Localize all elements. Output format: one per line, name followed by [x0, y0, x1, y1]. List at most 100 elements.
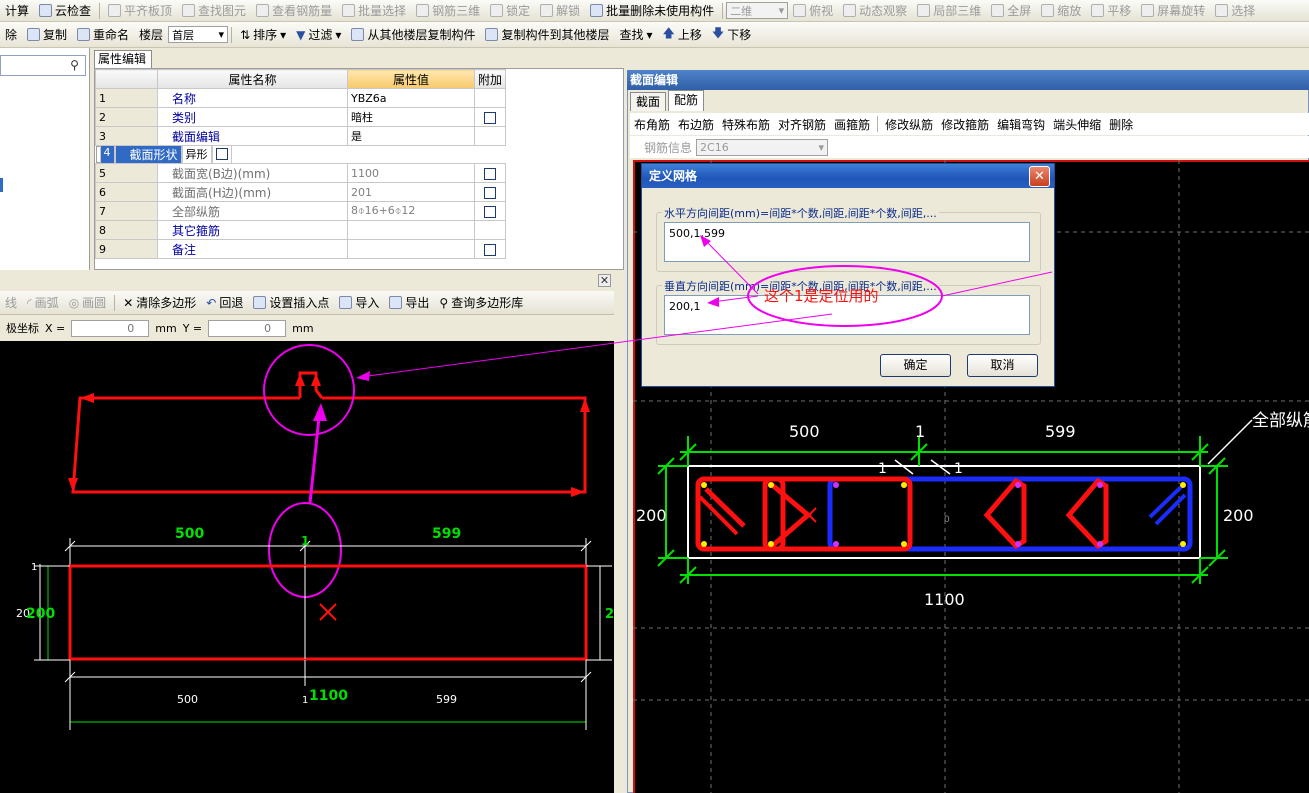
draw-arc-button[interactable]: ◜ 画弧: [22, 293, 64, 313]
property-value[interactable]: 是: [347, 126, 475, 146]
modify-long-rebar-button[interactable]: 修改纵筋: [881, 116, 937, 133]
draw-stirrup-button[interactable]: 画箍筋: [830, 116, 874, 133]
export-button[interactable]: 导出: [384, 293, 434, 313]
close-icon[interactable]: ✕: [1029, 166, 1050, 187]
calc-button[interactable]: 计算: [0, 1, 34, 21]
select-icon: [1215, 4, 1229, 17]
property-name: 其它箍筋: [157, 220, 348, 240]
property-row[interactable]: 4 截面形状 异形: [95, 145, 232, 164]
screen-rotate-button[interactable]: 屏幕旋转: [1136, 1, 1210, 21]
unlock-button[interactable]: 解锁: [535, 1, 585, 21]
extra-checkbox[interactable]: [484, 243, 496, 256]
component-toolbar: 除 复制 重命名 楼层 首层 ▾ ⇅ 排序 ▾ ▼ 过滤 ▾ 从其他楼层复制构件 复制构件…: [0, 22, 1309, 48]
property-row[interactable]: 6 截面高(H边)(mm) 201: [95, 182, 507, 202]
property-row[interactable]: 9 备注: [95, 239, 507, 259]
extra-checkbox[interactable]: [484, 205, 496, 218]
batch-delete-unused-button[interactable]: 批量删除未使用构件: [585, 1, 719, 21]
view-rebar-qty-button[interactable]: 查看钢筋量: [251, 1, 337, 21]
x-input[interactable]: 0: [71, 319, 150, 337]
import-button[interactable]: 导入: [334, 293, 384, 313]
vertical-spacing-input[interactable]: 200,1: [664, 295, 1030, 335]
filter-button[interactable]: ▼ 过滤 ▾: [291, 25, 346, 45]
tab-section[interactable]: 截面: [630, 92, 667, 111]
copy-button[interactable]: 复制: [22, 25, 72, 45]
align-slab-top-button[interactable]: 平齐板顶: [103, 1, 177, 21]
polygon-drawing: 500 1 599 1 20 200 2 500 1 1100 599: [16, 344, 614, 730]
polygon-outline: [71, 396, 587, 494]
local-3d-button[interactable]: 局部三维: [912, 1, 986, 21]
property-row[interactable]: 2 类别 暗柱: [95, 107, 507, 127]
delete-rebar-button[interactable]: 删除: [1105, 116, 1137, 133]
draw-circle-button[interactable]: ◎ 画圆: [64, 293, 112, 313]
special-rebar-button[interactable]: 特殊布筋: [718, 116, 774, 133]
delete-button[interactable]: 除: [0, 25, 22, 45]
align-rebar-button[interactable]: 对齐钢筋: [774, 116, 830, 133]
cancel-button[interactable]: 取消: [967, 354, 1038, 377]
rebar-3d-button[interactable]: 钢筋三维: [411, 1, 485, 21]
extra-checkbox[interactable]: [484, 111, 496, 124]
dim-label-bottom-1: 1: [302, 695, 308, 706]
find-button[interactable]: 查找 ▾: [614, 25, 657, 45]
polygon-canvas[interactable]: 500 1 599 1 20 200 2 500 1 1100 599: [0, 341, 614, 793]
property-row[interactable]: 8 其它箍筋: [95, 220, 507, 240]
y-input[interactable]: 0: [208, 319, 287, 337]
property-value[interactable]: 暗柱: [347, 107, 475, 127]
set-insert-point-button[interactable]: 设置插入点: [248, 293, 334, 313]
orbit-button[interactable]: 动态观察: [838, 1, 912, 21]
property-row[interactable]: 7 全部纵筋 8⌽16+6⌽12: [95, 201, 507, 221]
rename-button[interactable]: 重命名: [72, 25, 134, 45]
fullscreen-button[interactable]: 全屏: [986, 1, 1036, 21]
property-value[interactable]: 8⌽16+6⌽12: [347, 201, 475, 221]
close-icon[interactable]: ✕: [598, 274, 611, 287]
extra-checkbox[interactable]: [484, 167, 496, 180]
lock-button[interactable]: 锁定: [485, 1, 535, 21]
copy-from-floor-button[interactable]: 从其他楼层复制构件: [346, 25, 480, 45]
query-polygon-library-button[interactable]: ⚲ 查询多边形库: [434, 293, 528, 313]
batch-select-button[interactable]: 批量选择: [337, 1, 411, 21]
unlock-icon: [540, 4, 554, 17]
tab-reinforcement[interactable]: 配筋: [668, 90, 705, 111]
property-value[interactable]: [347, 220, 475, 240]
edge-rebar-button[interactable]: 布边筋: [674, 116, 718, 133]
ok-button[interactable]: 确定: [880, 354, 951, 377]
clear-polygon-button[interactable]: ✕ 清除多边形: [118, 293, 201, 313]
coord-mode-label[interactable]: 极坐标: [0, 320, 39, 336]
floor-select[interactable]: 首层 ▾: [168, 26, 229, 43]
cloud-check-button[interactable]: 云检查: [34, 1, 96, 21]
rebar-info-select[interactable]: 2C16 ▾: [696, 138, 829, 156]
property-value[interactable]: 1100: [347, 163, 475, 183]
tree-search-input[interactable]: ⚲: [0, 55, 86, 76]
end-stretch-button[interactable]: 端头伸缩: [1049, 116, 1105, 133]
tab-property-edit[interactable]: 属性编辑: [94, 50, 152, 68]
property-value[interactable]: YBZ6a: [347, 88, 475, 108]
corner-rebar-button[interactable]: 布角筋: [630, 116, 674, 133]
edit-hook-button[interactable]: 编辑弯钩: [993, 116, 1049, 133]
extra-checkbox[interactable]: [484, 186, 496, 199]
view-mode-select[interactable]: 二维 ▾: [726, 2, 789, 19]
horizontal-spacing-input[interactable]: 500,1,599: [664, 222, 1030, 262]
select-button[interactable]: 选择: [1210, 1, 1260, 21]
toolbar-separator: [722, 2, 724, 19]
zoom-button[interactable]: 缩放: [1036, 1, 1086, 21]
chevron-down-icon: ▾: [218, 28, 225, 41]
find-element-button[interactable]: 查找图元: [177, 1, 251, 21]
property-row[interactable]: 3 截面编辑是: [95, 126, 507, 146]
top-view-button[interactable]: 俯视: [788, 1, 838, 21]
copy-to-floor-button[interactable]: 复制构件到其他楼层: [480, 25, 614, 45]
component-tree[interactable]: [0, 48, 90, 270]
property-value[interactable]: [347, 239, 475, 259]
property-row[interactable]: 5 截面宽(B边)(mm) 1100: [95, 163, 507, 183]
arrow-marker: [80, 393, 94, 403]
property-row[interactable]: 1 名称 YBZ6a: [95, 88, 507, 108]
modify-stirrup-button[interactable]: 修改箍筋: [937, 116, 993, 133]
extra-checkbox[interactable]: [215, 147, 228, 160]
undo-button[interactable]: ↶ 回退: [201, 293, 248, 313]
sort-button[interactable]: ⇅ 排序 ▾: [235, 25, 291, 45]
move-up-button[interactable]: 🡅 上移: [658, 25, 707, 45]
property-value[interactable]: 201: [347, 182, 475, 202]
pan-button[interactable]: 平移: [1086, 1, 1136, 21]
move-down-button[interactable]: 🡇 下移: [707, 25, 756, 45]
property-value[interactable]: 异形: [181, 145, 212, 164]
draw-line-button[interactable]: 线: [0, 293, 22, 313]
property-header-row: 属性名称 属性值 附加: [95, 69, 507, 89]
